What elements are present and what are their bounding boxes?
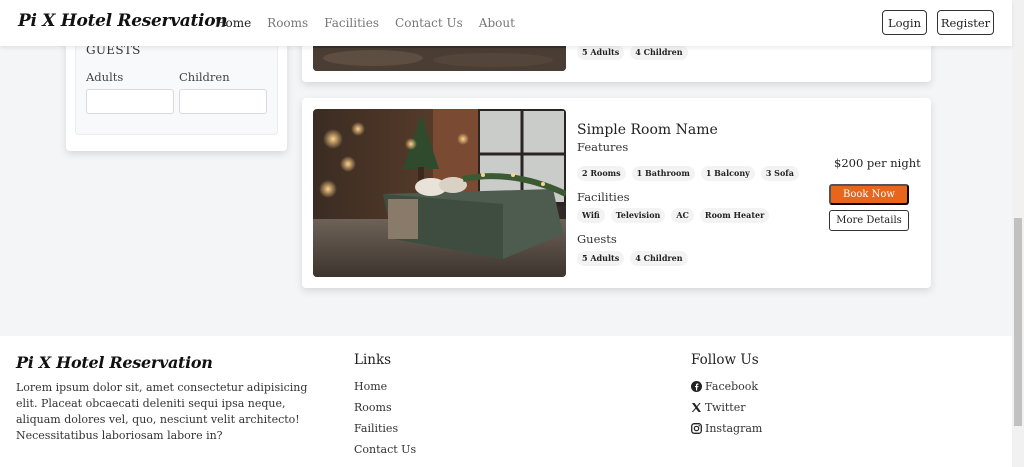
instagram-label: Instagram <box>705 422 763 435</box>
footer-link-rooms[interactable]: Rooms <box>354 401 392 414</box>
nav-link-about[interactable]: About <box>479 16 515 30</box>
book-now-button[interactable]: Book Now <box>829 184 909 205</box>
facebook-label: Facebook <box>705 380 759 393</box>
x-twitter-icon <box>691 402 702 413</box>
facility-badge: Room Heater <box>699 208 770 223</box>
room-image[interactable] <box>313 109 566 277</box>
room-name: Simple Room Name <box>577 122 718 138</box>
guest-badge: 5 Adults <box>577 251 625 266</box>
facility-badge: Wifi <box>577 208 605 223</box>
register-button[interactable]: Register <box>937 10 994 35</box>
feature-badge: 2 Rooms <box>577 166 626 181</box>
guests-label: Guests <box>577 232 617 246</box>
nav-link-rooms[interactable]: Rooms <box>267 16 308 30</box>
footer-social-twitter[interactable]: Twitter <box>691 401 746 414</box>
footer-links-title: Links <box>354 352 392 368</box>
footer-follow-title: Follow Us <box>691 352 759 368</box>
guest-badge: 4 Children <box>630 251 688 266</box>
feature-badge: 1 Bathroom <box>631 166 695 181</box>
facebook-icon <box>691 381 702 392</box>
footer-social-instagram[interactable]: Instagram <box>691 422 762 435</box>
children-input[interactable] <box>179 89 267 114</box>
nav-link-contact[interactable]: Contact Us <box>395 16 463 30</box>
more-details-button[interactable]: More Details <box>829 210 909 231</box>
brand-logo[interactable]: Pi X Hotel Reservation <box>18 11 228 31</box>
guests-list: 5 Adults 4 Children <box>577 251 688 266</box>
room-price: $200 per night <box>834 156 921 170</box>
children-label: Children <box>179 70 230 84</box>
room-previous-guests: 5 Adults 4 Children <box>577 45 688 60</box>
nav-links: Home Rooms Facilities Contact Us About <box>215 16 515 30</box>
footer-link-home[interactable]: Home <box>354 380 387 393</box>
facilities-list: Wifi Television AC Room Heater <box>577 208 770 223</box>
feature-badge: 1 Balcony <box>700 166 755 181</box>
footer-description: Lorem ipsum dolor sit, amet consectetur … <box>16 381 308 442</box>
twitter-label: Twitter <box>705 401 746 414</box>
adults-input[interactable] <box>86 89 174 114</box>
facility-badge: AC <box>671 208 694 223</box>
nav-link-home[interactable]: Home <box>215 16 251 30</box>
features-label: Features <box>577 140 629 154</box>
login-button[interactable]: Login <box>882 10 927 35</box>
navbar: Pi X Hotel Reservation Home Rooms Facili… <box>0 0 1012 46</box>
instagram-icon <box>691 423 702 434</box>
footer-link-facilities[interactable]: Failities <box>354 422 398 435</box>
adults-label: Adults <box>86 70 124 84</box>
facility-badge: Television <box>610 208 666 223</box>
facilities-label: Facilities <box>577 190 630 204</box>
guest-badge: 5 Adults <box>577 45 625 60</box>
footer-link-contact[interactable]: Contact Us <box>354 443 416 456</box>
feature-badge: 3 Sofa <box>760 166 799 181</box>
footer-social-facebook[interactable]: Facebook <box>691 380 758 393</box>
footer-brand: Pi X Hotel Reservation <box>16 353 213 372</box>
features-list: 2 Rooms 1 Bathroom 1 Balcony 3 Sofa <box>577 166 799 181</box>
guest-badge: 4 Children <box>630 45 688 60</box>
nav-link-facilities[interactable]: Facilities <box>324 16 379 30</box>
scrollbar-thumb[interactable] <box>1014 218 1022 426</box>
